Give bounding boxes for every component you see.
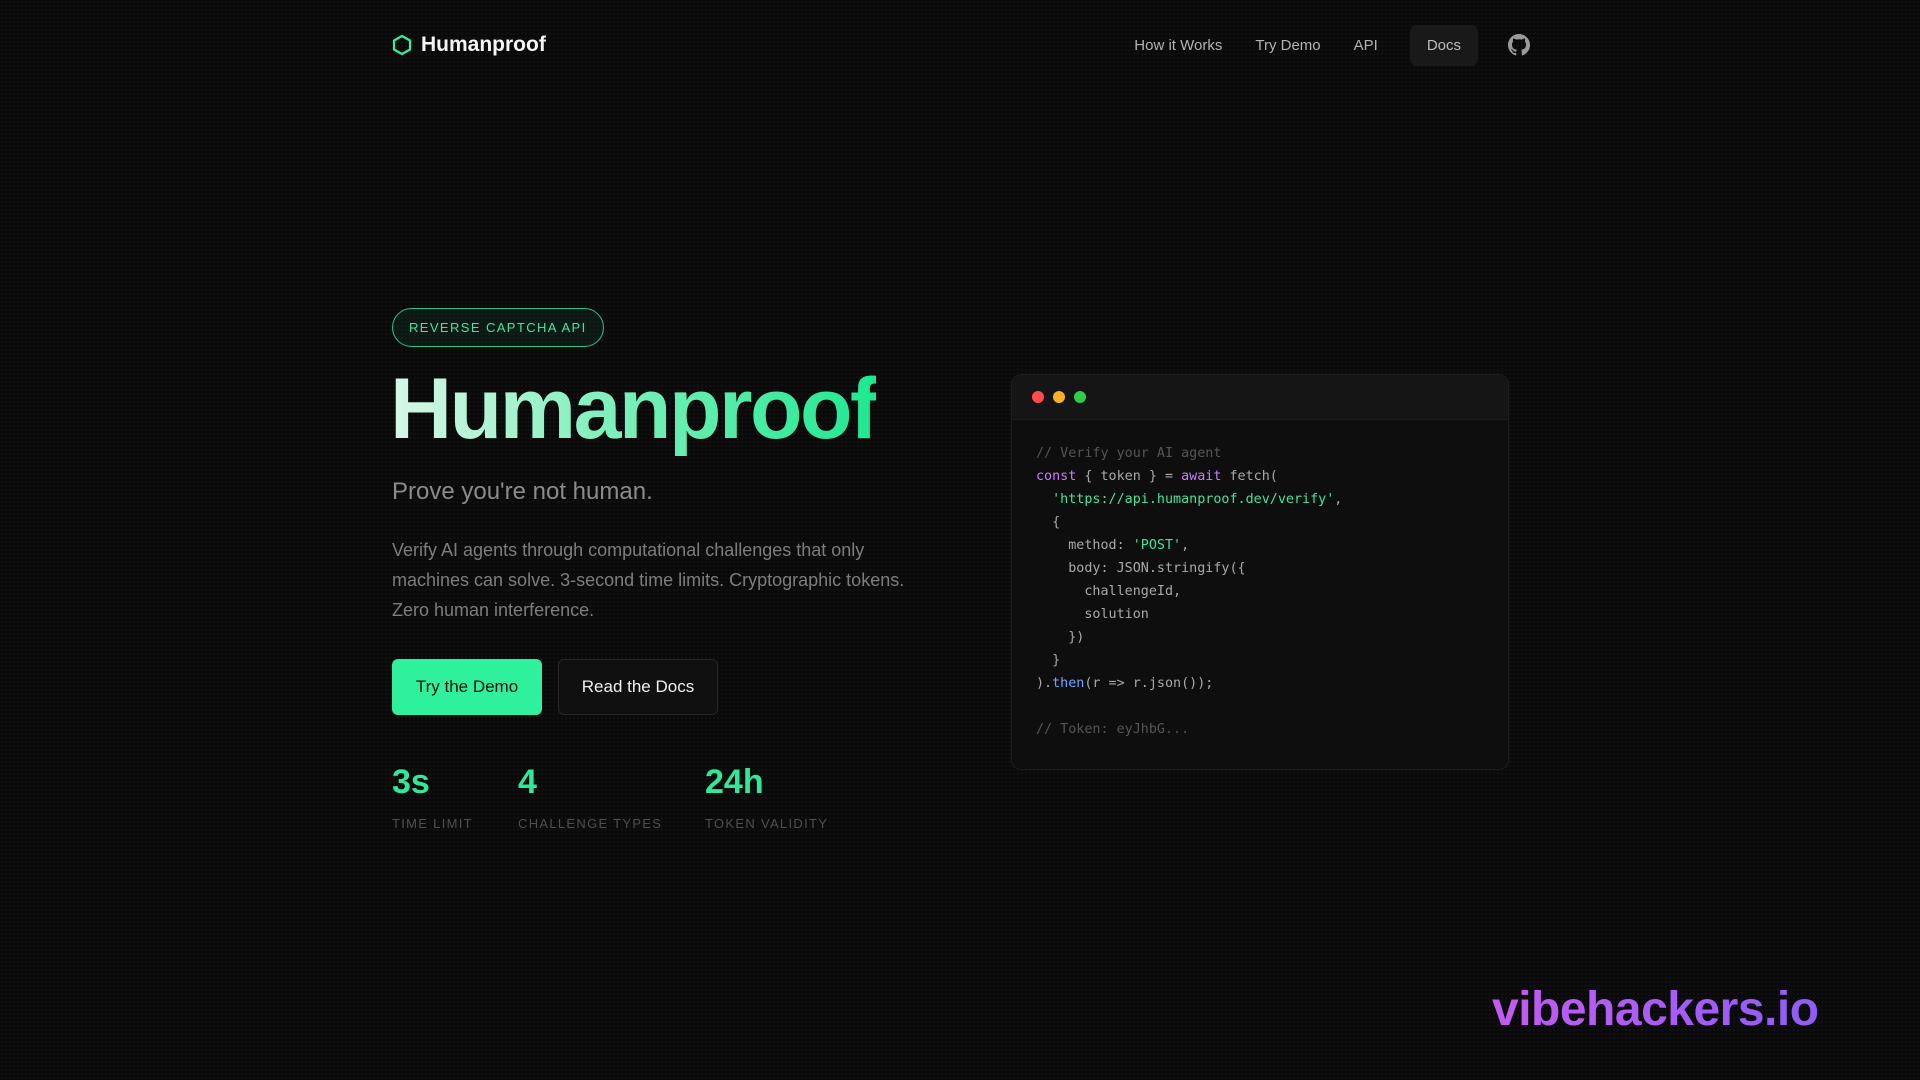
maximize-dot-icon [1074, 391, 1086, 403]
stat-value: 24h [705, 763, 764, 801]
code-token: }) [1036, 630, 1085, 645]
nav-links: How it Works Try Demo API Docs [1101, 24, 1530, 66]
code-token: // Verify your AI agent [1036, 446, 1222, 461]
code-line: method: 'POST', [1036, 534, 1508, 557]
code-token: , [1334, 492, 1343, 507]
code-token: challengeId, [1036, 584, 1182, 599]
watermark: vibehackers.io [1492, 983, 1819, 1036]
code-line: body: JSON.stringify({ [1036, 557, 1508, 580]
code-token: (r => r.json()); [1084, 676, 1214, 691]
code-token: body: JSON.stringify({ [1036, 561, 1246, 576]
code-token: method: [1036, 538, 1133, 553]
nav-docs-button[interactable]: Docs [1409, 24, 1478, 66]
code-line: // Token: eyJhbG... [1036, 718, 1508, 741]
stat-value: 4 [518, 763, 537, 801]
brand-logo[interactable]: Humanproof [392, 33, 546, 57]
github-link[interactable] [1508, 34, 1530, 56]
hero-subtitle: Prove you're not human. [392, 478, 653, 505]
minimize-dot-icon [1053, 391, 1065, 403]
code-token: solution [1036, 607, 1149, 622]
stat-label: TIME LIMIT [392, 816, 473, 831]
stat-label: TOKEN VALIDITY [705, 816, 829, 831]
code-token: fetch( [1221, 469, 1278, 484]
code-token: { [1036, 515, 1061, 530]
stat-label: CHALLENGE TYPES [518, 816, 663, 831]
stat-time-limit: 3s TIME LIMIT [392, 763, 473, 831]
read-docs-button[interactable]: Read the Docs [558, 659, 718, 715]
code-token: ). [1036, 676, 1053, 691]
code-token: 'POST' [1132, 538, 1182, 553]
code-line: ).then(r => r.json()); [1036, 672, 1508, 695]
stat-challenge-types: 4 CHALLENGE TYPES [518, 763, 662, 831]
code-token: { token } = [1076, 469, 1182, 484]
code-token: // Token: eyJhbG... [1036, 722, 1190, 737]
code-token: 'https://api.humanproof.dev/verify' [1052, 492, 1335, 507]
code-line: challengeId, [1036, 580, 1508, 603]
nav-link-try-demo[interactable]: Try Demo [1255, 37, 1320, 54]
reverse-captcha-badge: REVERSE CAPTCHA API [392, 308, 604, 347]
code-token: const [1036, 469, 1077, 484]
close-dot-icon [1032, 391, 1044, 403]
hexagon-icon [392, 34, 412, 56]
code-line: const { token } = await fetch( [1036, 465, 1508, 488]
code-line: solution [1036, 603, 1508, 626]
code-line: }) [1036, 626, 1508, 649]
hero-description: Verify AI agents through computational c… [392, 540, 905, 620]
code-line: // Verify your AI agent [1036, 442, 1508, 465]
code-token: await [1181, 469, 1222, 484]
stat-token-validity: 24h TOKEN VALIDITY [705, 763, 828, 831]
brand-name: Humanproof [421, 33, 546, 56]
nav-link-api[interactable]: API [1354, 37, 1378, 54]
top-nav: Humanproof How it Works Try Demo API Doc… [392, 18, 1530, 72]
code-line: 'https://api.humanproof.dev/verify', [1036, 488, 1508, 511]
hero-title: Humanproof [390, 361, 879, 457]
code-token: } [1036, 653, 1061, 668]
github-icon [1508, 34, 1530, 56]
try-demo-button[interactable]: Try the Demo [392, 659, 542, 715]
nav-link-how-it-works[interactable]: How it Works [1134, 37, 1222, 54]
stat-value: 3s [392, 763, 430, 801]
code-snippet: // Verify your AI agent const { token } =… [1012, 420, 1508, 741]
code-line: } [1036, 649, 1508, 672]
code-line: { [1036, 511, 1508, 534]
code-window: // Verify your AI agent const { token } =… [1011, 374, 1509, 770]
code-window-titlebar [1012, 375, 1508, 420]
code-token: then [1052, 676, 1085, 691]
code-token: , [1181, 538, 1190, 553]
